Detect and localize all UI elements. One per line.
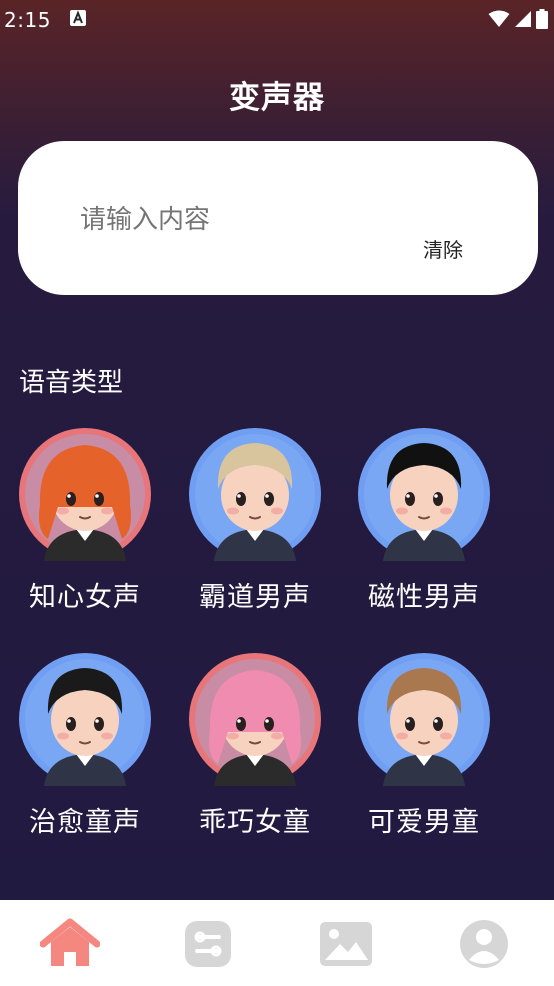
voice-label: 磁性男声 <box>368 582 480 613</box>
avatar-icon <box>19 653 151 786</box>
voice-label: 知心女声 <box>29 582 141 613</box>
convert-icon <box>185 921 231 967</box>
voice-label: 霸道男声 <box>199 582 311 613</box>
nav-image[interactable] <box>316 918 376 970</box>
voice-option-5[interactable]: 乖巧女童 <box>170 652 340 862</box>
bottom-navigation <box>0 900 554 986</box>
voice-label: 乖巧女童 <box>199 807 311 838</box>
voice-option-2[interactable]: 霸道男声 <box>170 427 340 637</box>
avatar-icon <box>189 653 321 786</box>
image-icon <box>320 922 372 966</box>
voice-option-1[interactable]: 知心女声 <box>0 427 170 637</box>
voice-type-grid: 知心女声 霸道男声 磁性男声 治愈童声 乖巧女童 可爱男童 <box>0 0 554 900</box>
voice-option-3[interactable]: 磁性男声 <box>339 427 509 637</box>
voice-label: 可爱男童 <box>368 807 480 838</box>
nav-home[interactable] <box>39 918 101 970</box>
nav-profile[interactable] <box>454 918 514 970</box>
avatar-icon <box>189 428 321 561</box>
avatar-icon <box>358 653 490 786</box>
profile-icon <box>460 920 508 968</box>
voice-option-4[interactable]: 治愈童声 <box>0 652 170 862</box>
voice-option-6[interactable]: 可爱男童 <box>339 652 509 862</box>
home-icon <box>39 918 101 966</box>
voice-label: 治愈童声 <box>29 807 141 838</box>
nav-convert[interactable] <box>178 918 238 970</box>
avatar-icon <box>358 428 490 561</box>
avatar-icon <box>19 428 151 561</box>
